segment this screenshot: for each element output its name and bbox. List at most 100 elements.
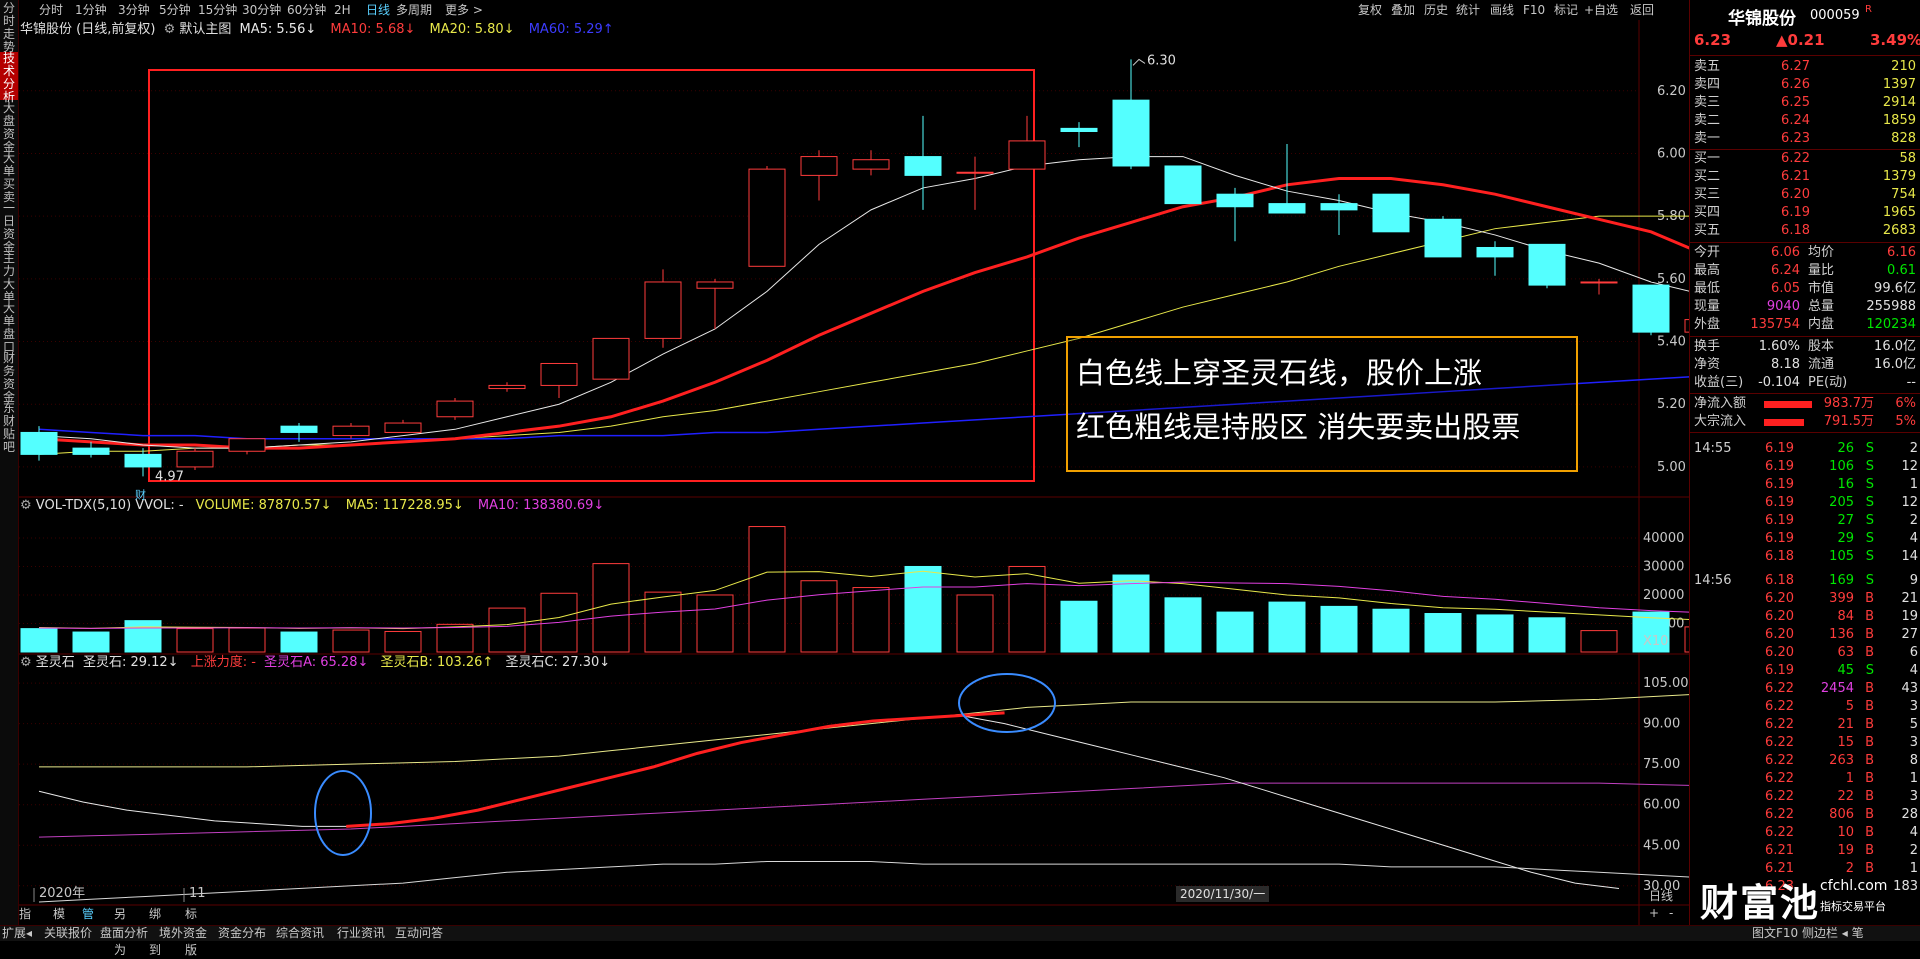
bottom-right-tools[interactable]: 图文F10 侧边栏 ◂ 笔	[1752, 926, 1864, 941]
candle	[332, 423, 370, 439]
period-4[interactable]: 15分钟	[198, 0, 237, 20]
bottom-item-6[interactable]: 行业资讯	[337, 926, 385, 941]
bids-volume: 2683	[1882, 223, 1916, 238]
bottom-item-5[interactable]: 综合资讯	[276, 926, 324, 941]
tick-price: 6.20	[1765, 591, 1794, 606]
candle	[644, 269, 682, 348]
stat-label: 量比	[1808, 263, 1835, 278]
price-tick: 6.00	[1657, 146, 1686, 161]
bids-row[interactable]: 买四 6.19 1965	[1690, 204, 1920, 222]
tick-price: 6.22	[1765, 771, 1794, 786]
left-tab-2[interactable]: 大盘资金	[0, 102, 18, 154]
toolbar-item-8[interactable]: 返回	[1630, 0, 1654, 20]
toolbar-item-5[interactable]: F10	[1523, 0, 1545, 20]
highlight-ellipse	[314, 770, 372, 856]
toolbar-item-0[interactable]: 复权	[1358, 0, 1382, 20]
period-1[interactable]: 1分钟	[75, 0, 107, 20]
tick-price: 6.22	[1765, 789, 1794, 804]
bids-row[interactable]: 买五 6.18 2683	[1690, 222, 1920, 240]
tick-price: 6.22	[1765, 807, 1794, 822]
toolbar-item-3[interactable]: 统计	[1456, 0, 1480, 20]
period-7[interactable]: 2H	[334, 0, 351, 20]
stat-label: 流通	[1808, 357, 1835, 372]
period-0[interactable]: 分时	[39, 0, 63, 20]
vol-tick: 30000	[1643, 559, 1684, 574]
bottom-item-7[interactable]: 互动问答	[395, 926, 443, 941]
stats2-row: 收益(三) -0.104 PE(动) --	[1690, 374, 1920, 392]
vol-unit-label: X10	[1643, 634, 1668, 649]
bids-row[interactable]: 买二 6.21 1379	[1690, 168, 1920, 186]
tick-volume: 399	[1829, 591, 1854, 606]
left-tab-4[interactable]: 一日资金	[0, 202, 18, 254]
kline-chart[interactable]: 6.206.005.805.605.405.205.00400003000020…	[19, 20, 1689, 925]
asks-row[interactable]: 卖四 6.26 1397	[1690, 76, 1920, 94]
tick-side: B	[1865, 591, 1874, 606]
tick-row: 6.19 27 S 2	[1690, 512, 1920, 530]
vol-tick: 20000	[1643, 588, 1684, 603]
volume-bar	[488, 607, 526, 653]
bids-label: 买三	[1694, 187, 1721, 202]
divider	[1690, 393, 1920, 394]
bottom-item-1[interactable]: 关联报价	[44, 926, 92, 941]
bottom-item-3[interactable]: 境外资金	[159, 926, 207, 941]
period-2[interactable]: 3分钟	[118, 0, 150, 20]
stat-value: 1.60%	[1758, 339, 1800, 354]
volume-bar	[20, 628, 58, 653]
tick-row: 6.22 1 B 1	[1690, 770, 1920, 788]
candle-body	[1424, 218, 1462, 258]
asks-row[interactable]: 卖三 6.25 2914	[1690, 94, 1920, 112]
tick-row: 6.20 63 B 6	[1690, 644, 1920, 662]
left-tab-5[interactable]: 主力大单	[0, 252, 18, 304]
asks-row[interactable]: 卖一 6.23 828	[1690, 130, 1920, 148]
left-tab-0[interactable]: 分时走势	[0, 2, 18, 54]
candle-body	[1632, 284, 1670, 333]
left-tab-7[interactable]: 财务资金	[0, 352, 18, 404]
period-9[interactable]: 多周期	[396, 0, 432, 20]
tick-count: 1	[1909, 861, 1918, 876]
toolbar-item-7[interactable]: +自选	[1584, 0, 1618, 20]
left-tab-8[interactable]: 东财贴吧	[0, 402, 18, 454]
period-10[interactable]: 更多 >	[445, 0, 483, 20]
candle	[228, 438, 266, 455]
toolbar-item-4[interactable]: 画线	[1490, 0, 1514, 20]
toolbar-item-6[interactable]: 标记	[1554, 0, 1578, 20]
left-tab-6[interactable]: 大单盘口	[0, 302, 18, 354]
ind-tick: 75.00	[1643, 757, 1680, 772]
period-6[interactable]: 60分钟	[287, 0, 326, 20]
asks-row[interactable]: 卖二 6.24 1859	[1690, 112, 1920, 130]
tick-row: 6.20 84 B 19	[1690, 608, 1920, 626]
period-8[interactable]: 日线	[366, 0, 390, 20]
volume-bar	[852, 587, 890, 653]
stat-label: 今开	[1694, 245, 1721, 260]
divider	[1690, 432, 1920, 433]
asks-label: 卖二	[1694, 113, 1721, 128]
stat-value: 99.6亿	[1874, 281, 1916, 296]
cursor-date-label: 2020/11/30/一	[1176, 886, 1270, 902]
stat-value: 8.18	[1771, 357, 1800, 372]
candle	[592, 337, 630, 380]
candle	[1372, 193, 1410, 233]
asks-row[interactable]: 卖五 6.27 210	[1690, 58, 1920, 76]
tick-count: 6	[1909, 645, 1918, 660]
period-3[interactable]: 5分钟	[159, 0, 191, 20]
tick-count: 4	[1909, 531, 1918, 546]
asks-price: 6.23	[1781, 131, 1810, 146]
tick-volume: 22	[1837, 789, 1854, 804]
left-tab-3[interactable]: 大单买卖	[0, 152, 18, 204]
candle	[1632, 284, 1670, 336]
left-tab-1[interactable]: 技术分析	[0, 52, 18, 104]
tick-volume: 1	[1845, 771, 1854, 786]
bottom-item-4[interactable]: 资金分布	[218, 926, 266, 941]
candle-body	[1320, 203, 1358, 211]
price-tick: 5.00	[1657, 460, 1686, 475]
tick-price: 6.22	[1765, 825, 1794, 840]
candle-body	[436, 400, 474, 418]
bottom-item-2[interactable]: 盘面分析	[100, 926, 148, 941]
bottom-item-0[interactable]: 扩展◂	[2, 926, 32, 941]
bids-row[interactable]: 买三 6.20 754	[1690, 186, 1920, 204]
bids-row[interactable]: 买一 6.22 58	[1690, 150, 1920, 168]
period-5[interactable]: 30分钟	[242, 0, 281, 20]
toolbar-item-1[interactable]: 叠加	[1391, 0, 1415, 20]
candle	[72, 441, 110, 458]
toolbar-item-2[interactable]: 历史	[1424, 0, 1448, 20]
